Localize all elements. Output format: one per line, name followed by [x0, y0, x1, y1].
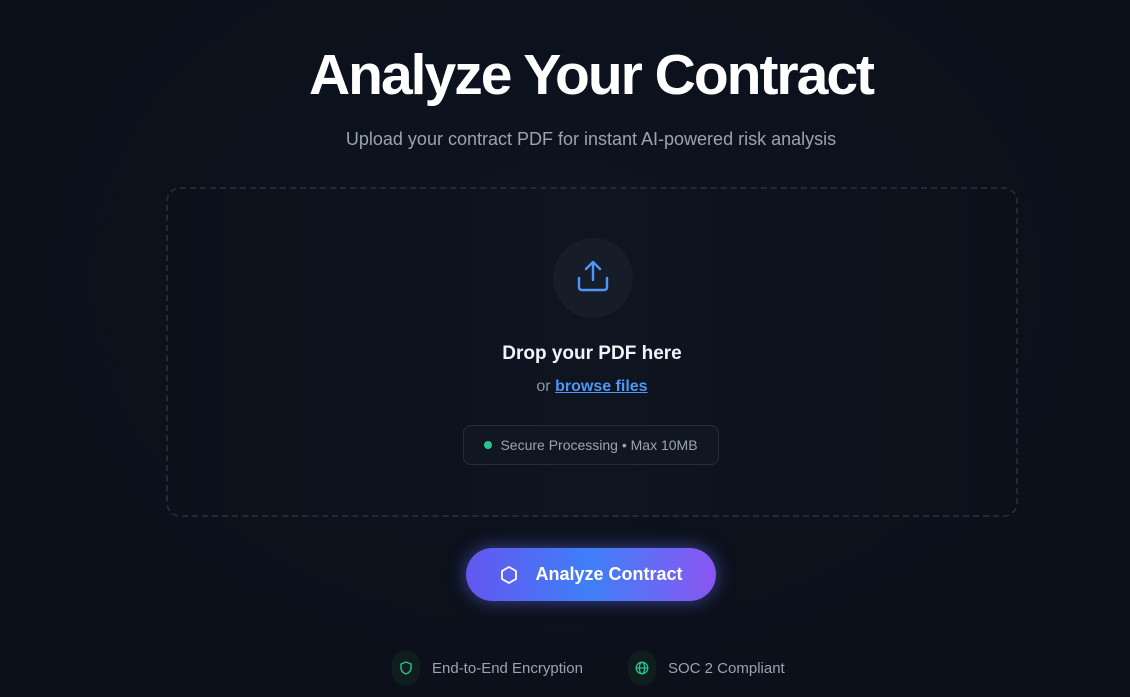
globe-icon: [628, 650, 656, 686]
upload-icon: [575, 258, 611, 299]
hexagon-icon: [499, 565, 519, 585]
trust-badges: End-to-End Encryption SOC 2 Compliant: [0, 650, 1130, 686]
analyze-contract-label: Analyze Contract: [535, 564, 683, 584]
badge-soc2: SOC 2 Compliant: [628, 650, 785, 686]
badge-encryption-label: End-to-End Encryption: [432, 659, 583, 677]
badge-encryption: End-to-End Encryption: [392, 650, 583, 686]
dropzone-title: Drop your PDF here: [502, 343, 682, 364]
dropzone-or-line: or browse files: [168, 376, 1016, 398]
pdf-dropzone[interactable]: Drop your PDF here or browse files Secur…: [166, 187, 1018, 517]
dropzone-or-text: or: [536, 378, 551, 395]
shield-icon: [392, 650, 420, 686]
page-title: Analyze Your Contract: [308, 43, 875, 107]
page: Analyze Your Contract Upload your contra…: [0, 0, 1130, 697]
browse-files-link[interactable]: browse files: [555, 378, 647, 395]
secure-processing-badge: Secure Processing • Max 10MB: [463, 425, 719, 465]
analyze-contract-button[interactable]: Analyze Contract: [466, 548, 716, 601]
page-subtitle: Upload your contract PDF for instant AI-…: [345, 129, 837, 149]
badge-soc2-label: SOC 2 Compliant: [668, 659, 785, 677]
upload-icon-container: [553, 238, 633, 318]
secure-processing-text: Secure Processing • Max 10MB: [500, 437, 698, 453]
status-dot-icon: [484, 441, 493, 449]
